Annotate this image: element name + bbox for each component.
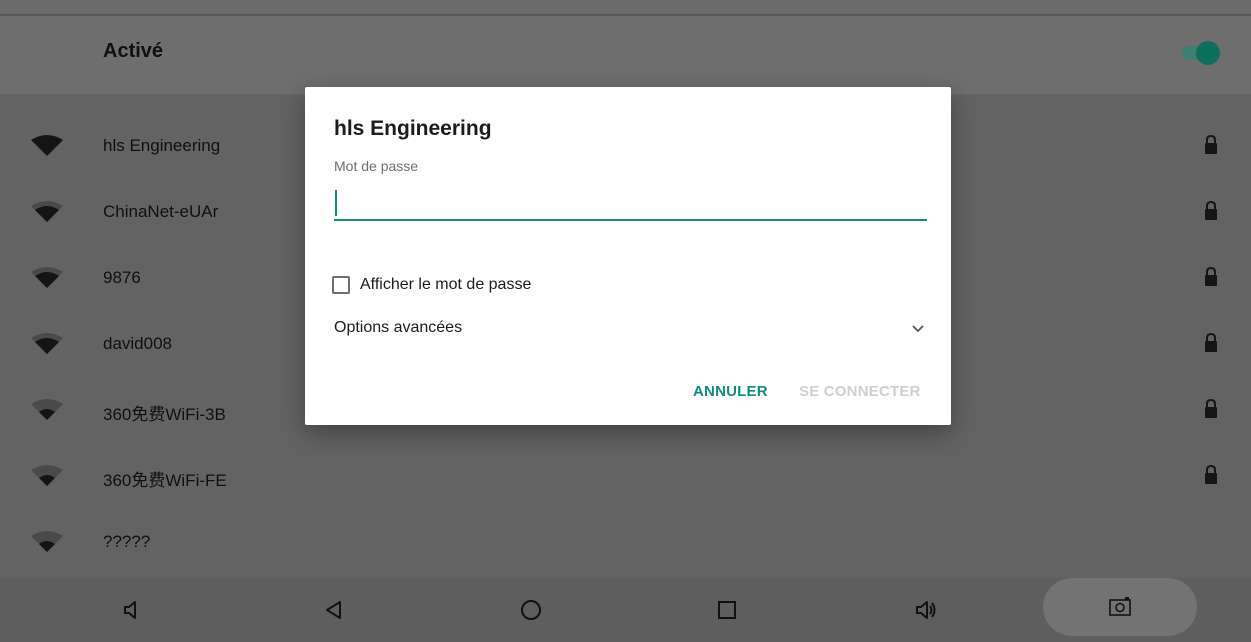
home-icon: [521, 600, 541, 620]
chevron-down-icon: [912, 325, 924, 333]
network-row[interactable]: 360免费WiFi-FE: [0, 444, 1251, 510]
network-name: 360免费WiFi-3B: [103, 405, 226, 424]
wifi-signal-icon: [31, 135, 63, 156]
wifi-switch-label: Activé: [103, 40, 164, 62]
volume-down-button[interactable]: [98, 578, 168, 642]
screenshot-button[interactable]: [1043, 578, 1197, 636]
network-name: david008: [103, 334, 173, 353]
network-name: ChinaNet-eUAr: [103, 202, 219, 221]
wifi-signal-icon: [31, 201, 63, 222]
recents-button[interactable]: [692, 578, 762, 642]
back-icon: [326, 601, 341, 619]
lock-icon: [1205, 464, 1217, 484]
show-password-label: Afficher le mot de passe: [360, 276, 532, 293]
lock-icon: [1205, 332, 1217, 352]
home-button[interactable]: [496, 578, 566, 642]
show-password-checkbox[interactable]: [332, 276, 350, 294]
password-label: Mot de passe: [334, 158, 419, 174]
toggle-thumb: [1196, 41, 1220, 65]
lock-icon: [1205, 398, 1217, 418]
cancel-button[interactable]: ANNULER: [693, 383, 768, 400]
wifi-signal-icon: [31, 399, 63, 420]
dialog-title: hls Engineering: [334, 117, 492, 140]
network-row[interactable]: ?????: [0, 510, 1251, 576]
wifi-toggle-switch[interactable]: [1182, 40, 1222, 65]
text-cursor: [335, 190, 337, 216]
lock-icon: [1205, 134, 1217, 154]
volume-up-button[interactable]: [891, 578, 961, 642]
network-name: hls Engineering: [103, 136, 221, 155]
back-button[interactable]: [299, 578, 369, 642]
navigation-bar: [0, 578, 1251, 642]
advanced-options-row[interactable]: Options avancées: [334, 317, 927, 341]
lock-icon: [1205, 200, 1217, 220]
volume-down-icon: [124, 601, 136, 619]
password-input[interactable]: [334, 187, 927, 221]
network-name: 9876: [103, 268, 141, 287]
top-bar: [0, 0, 1251, 16]
show-password-row[interactable]: Afficher le mot de passe: [332, 273, 531, 297]
connect-button[interactable]: SE CONNECTER: [799, 383, 921, 400]
network-name: 360免费WiFi-FE: [103, 471, 227, 490]
wifi-signal-icon: [31, 531, 63, 552]
wifi-signal-icon: [31, 465, 63, 486]
wifi-signal-icon: [31, 333, 63, 354]
lock-icon: [1205, 266, 1217, 286]
wifi-switch-bar[interactable]: [0, 16, 1251, 94]
volume-up-icon: [916, 601, 936, 619]
screenshot-icon: [1109, 597, 1131, 616]
advanced-options-label: Options avancées: [334, 319, 463, 336]
wifi-signal-icon: [31, 267, 63, 288]
recents-icon: [718, 601, 736, 619]
wifi-password-dialog: hls Engineering Mot de passe Afficher le…: [305, 87, 951, 425]
network-name: ?????: [103, 532, 151, 551]
